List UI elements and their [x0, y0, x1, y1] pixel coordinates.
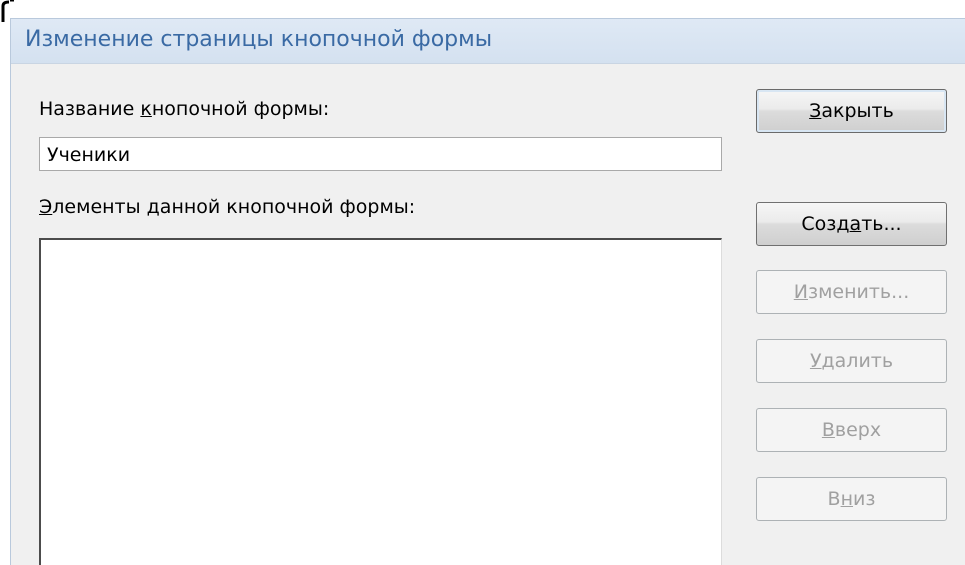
edit-button[interactable]: Изменить... — [756, 270, 947, 314]
close-button-label-part2: акрыть — [821, 100, 894, 122]
move-up-button-label-part2: верх — [834, 419, 882, 441]
switchboard-name-label: Название кнопочной формы: — [39, 98, 329, 120]
screenshot-page: Изменение страницы кнопочной формы Назва… — [0, 0, 965, 565]
switchboard-items-label-rest: лементы данной кнопочной формы: — [52, 196, 416, 218]
move-up-button-label-mnemonic: В — [821, 419, 835, 441]
switchboard-name-label-mnemonic: к — [140, 98, 152, 120]
delete-button-label-part2: далить — [821, 350, 894, 372]
close-button[interactable]: Закрыть — [756, 89, 947, 133]
move-down-button-label-mnemonic: н — [840, 488, 854, 510]
move-down-button-label-part2: из — [853, 488, 876, 510]
delete-button[interactable]: Удалить — [756, 339, 947, 383]
title-bar[interactable]: Изменение страницы кнопочной формы — [11, 19, 965, 64]
switchboard-items-list[interactable] — [39, 238, 722, 565]
create-button-label-part2: ть... — [861, 213, 902, 235]
switchboard-items-label-mnemonic: Э — [39, 196, 53, 218]
move-down-button-label-part1: В — [827, 488, 841, 510]
switchboard-items-label: Элементы данной кнопочной формы: — [39, 196, 415, 218]
close-button-label-mnemonic: З — [809, 100, 822, 122]
dialog-title: Изменение страницы кнопочной формы — [25, 27, 493, 52]
dialog-window: Изменение страницы кнопочной формы Назва… — [10, 18, 965, 565]
move-down-button[interactable]: Вниз — [756, 477, 947, 521]
create-button-label-mnemonic: а — [849, 213, 862, 235]
delete-button-label-mnemonic: У — [809, 350, 822, 372]
switchboard-name-label-part2: нопочной формы: — [151, 98, 330, 120]
create-button[interactable]: Создать... — [756, 202, 947, 246]
move-up-button[interactable]: Вверх — [756, 408, 947, 452]
edit-button-label-part2: зменить... — [807, 281, 910, 303]
switchboard-name-input[interactable] — [39, 137, 722, 171]
switchboard-name-label-part1: Название — [39, 98, 141, 120]
create-button-label-part1: Созд — [801, 213, 850, 235]
edit-button-label-mnemonic: И — [793, 281, 808, 303]
